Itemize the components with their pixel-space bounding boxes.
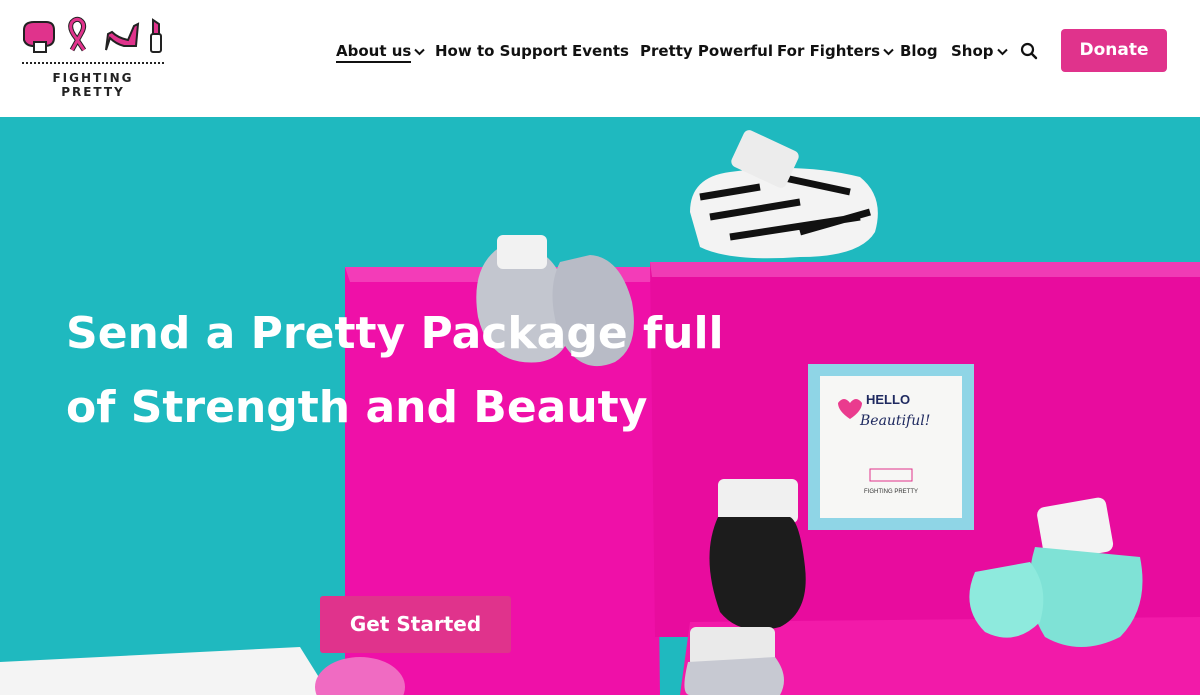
nav-item-label: Pretty Powerful: [640, 42, 773, 60]
nav-item-label: For Fighters: [777, 42, 881, 60]
hello-beautiful-card: HELLO Beautiful! FIGHTING PRETTY: [808, 364, 974, 530]
bottom-silver-glove: [684, 627, 784, 695]
high-heel-icon: [105, 22, 140, 51]
hero-headline: Send a Pretty Package full of Strength a…: [66, 308, 724, 433]
nav-item-label: Blog: [900, 42, 938, 60]
zebra-boxing-glove: [690, 130, 878, 259]
lipstick-icon: [150, 18, 162, 53]
logo-wordmark: FIGHTING PRETTY: [52, 71, 134, 99]
boxing-glove-icon: [23, 21, 55, 53]
chevron-down-icon: [996, 48, 1008, 55]
nav-item-about-us[interactable]: About us: [336, 40, 426, 63]
nav-item-label: About us: [336, 42, 412, 63]
nav-item-for-fighters[interactable]: For Fighters: [777, 40, 894, 62]
hero-banner: HELLO Beautiful! FIGHTING PRETTY Send a …: [0, 117, 1200, 695]
logo-divider: [22, 62, 164, 64]
ribbon-icon: [68, 16, 87, 52]
nav-item-shop[interactable]: Shop: [951, 40, 1008, 62]
nav-item-how-to-support[interactable]: How to Support: [435, 40, 567, 62]
nav-item-pretty-powerful[interactable]: Pretty Powerful: [640, 40, 773, 62]
card-line1: HELLO: [866, 392, 910, 407]
chevron-down-icon: [883, 48, 894, 55]
nav-item-events[interactable]: Events: [572, 40, 629, 62]
get-started-button[interactable]: Get Started: [320, 596, 511, 653]
card-brand: FIGHTING PRETTY: [864, 489, 918, 495]
black-boxing-glove: [709, 479, 806, 630]
chevron-down-icon: [414, 48, 426, 55]
card-line2: Beautiful!: [859, 413, 930, 429]
nav-item-label: Shop: [951, 42, 994, 60]
nav-item-blog[interactable]: Blog: [900, 40, 938, 62]
site-header: FIGHTING PRETTY About us How to Support …: [0, 0, 1200, 117]
search-icon[interactable]: [1020, 42, 1038, 60]
site-logo[interactable]: FIGHTING PRETTY: [20, 14, 166, 99]
nav-item-label: Events: [572, 42, 629, 60]
donate-button[interactable]: Donate: [1061, 29, 1167, 72]
logo-icons: [23, 16, 162, 53]
nav-item-label: How to Support: [435, 42, 568, 60]
